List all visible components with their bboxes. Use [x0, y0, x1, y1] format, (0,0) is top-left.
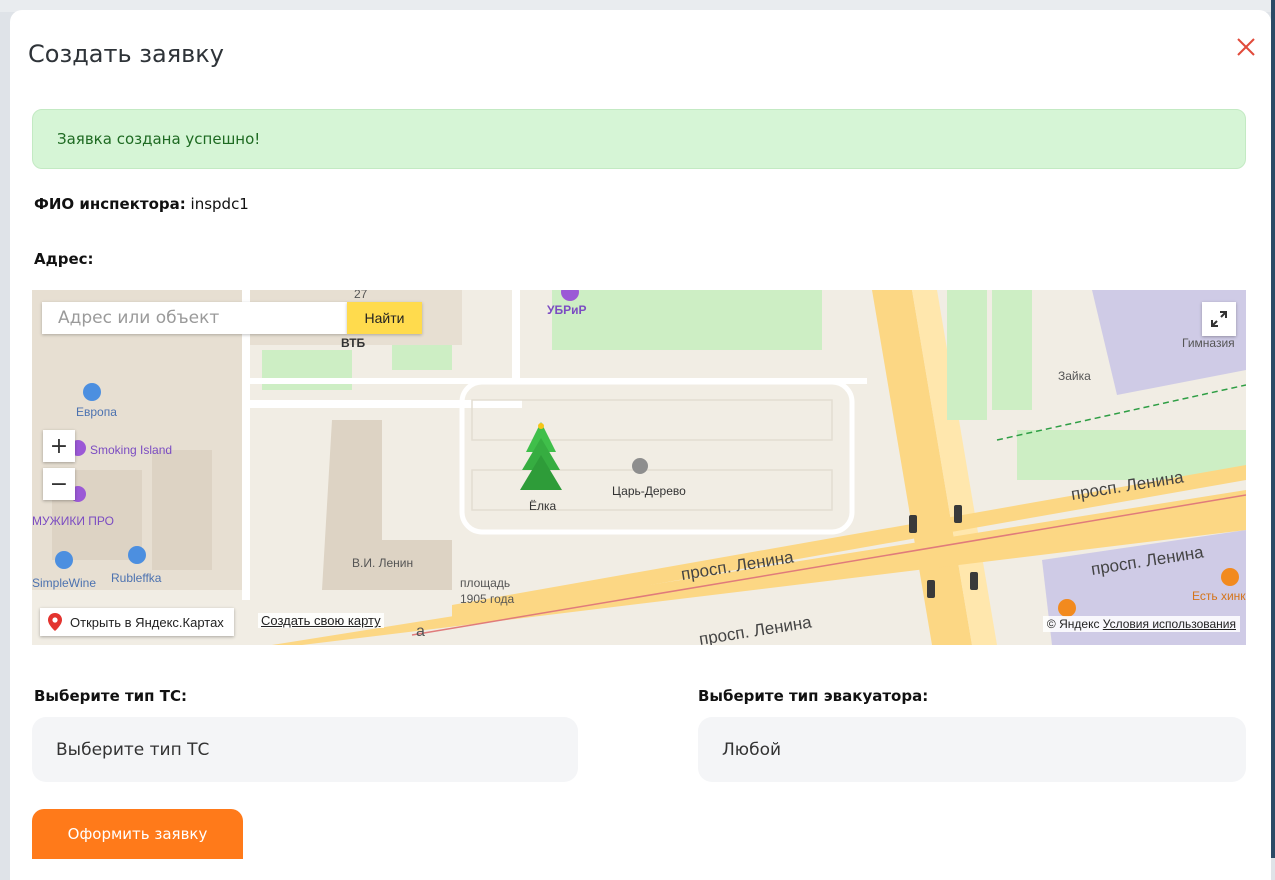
map-label-ubrir: УБРиР — [547, 303, 586, 317]
terms-link[interactable]: Условия использования — [1103, 617, 1236, 631]
map-label-simplewine: SimpleWine — [32, 576, 96, 590]
location-pin-icon — [48, 613, 62, 631]
close-button[interactable] — [1231, 32, 1261, 62]
open-in-yandex-label: Открыть в Яндекс.Картах — [70, 614, 224, 630]
address-label: Адрес: — [34, 250, 94, 268]
map-label-vtb: ВТБ — [341, 336, 366, 350]
map-search-input[interactable] — [56, 307, 347, 329]
map-copyright: © Яндекс Условия использования — [1042, 616, 1240, 632]
tow-truck-type-label: Выберите тип эвакуатора: — [698, 687, 929, 705]
inspector-value: inspdc1 — [190, 195, 249, 213]
map-label-lenin-monument: В.И. Ленин — [352, 556, 413, 570]
open-in-yandex-button[interactable]: Открыть в Яндекс.Картах — [40, 608, 234, 636]
map-label-27: 27 — [354, 290, 368, 301]
submit-request-button[interactable]: Оформить заявку — [32, 809, 243, 859]
vehicle-type-value: Выберите тип ТС — [56, 739, 210, 760]
map-label-tsar-derevo: Царь-Дерево — [612, 484, 686, 498]
map-label-zaika: Зайка — [1058, 369, 1091, 383]
inspector-row: ФИО инспектора: inspdc1 — [34, 195, 249, 213]
vehicle-type-select[interactable]: Выберите тип ТС — [32, 717, 578, 782]
inspector-label: ФИО инспектора: — [34, 195, 186, 213]
expand-icon — [1211, 311, 1227, 327]
map-label-elka: Ёлка — [529, 499, 557, 513]
map-label-muzhiki-pro: МУЖИКИ ПРО — [32, 514, 114, 528]
map-find-button[interactable]: Найти — [347, 302, 422, 334]
create-request-modal: Создать заявку Заявка создана успешно! Ф… — [10, 10, 1271, 880]
map-search-box[interactable] — [42, 302, 347, 334]
tow-truck-type-value: Любой — [722, 739, 782, 760]
tow-truck-type-select[interactable]: Любой — [698, 717, 1246, 782]
background-edge — [1271, 0, 1275, 858]
map-label-street-partial: а — [416, 623, 425, 640]
copyright-text: © Яндекс — [1046, 617, 1100, 631]
map-label-smoking-island: Smoking Island — [90, 443, 172, 457]
address-map[interactable]: 27 ВТБ УБРиР Европа Smoking Island МУЖИК… — [32, 290, 1246, 645]
vehicle-type-label: Выберите тип ТС: — [34, 687, 188, 705]
map-label-rubleffka: Rubleffka — [111, 571, 162, 585]
close-icon — [1237, 38, 1255, 56]
success-alert: Заявка создана успешно! — [32, 109, 1246, 169]
map-label-ploshchad: площадь — [460, 576, 510, 590]
modal-title: Создать заявку — [28, 40, 225, 68]
map-canvas[interactable]: 27 ВТБ УБРиР Европа Smoking Island МУЖИК… — [32, 290, 1246, 645]
map-label-gimnaziya: Гимназия — [1182, 336, 1235, 350]
map-label-est-khink: Есть хинк — [1192, 589, 1246, 603]
create-map-link[interactable]: Создать свою карту — [258, 613, 384, 628]
success-message: Заявка создана успешно! — [57, 130, 261, 148]
map-label-1905: 1905 года — [460, 592, 515, 606]
map-label-evrona: Европа — [76, 405, 117, 419]
zoom-in-button[interactable]: + — [43, 430, 75, 462]
zoom-out-button[interactable]: − — [43, 468, 75, 500]
fullscreen-button[interactable] — [1202, 302, 1236, 336]
